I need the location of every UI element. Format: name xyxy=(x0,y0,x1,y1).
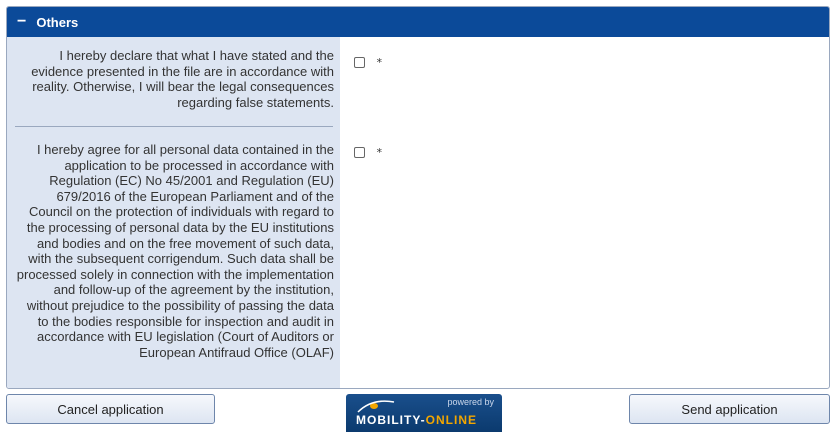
others-section-panel: − Others I hereby declare that what I ha… xyxy=(6,6,830,389)
mobility-online-logo: powered by MOBILITY-ONLINE xyxy=(346,394,502,432)
powered-by-text: powered by xyxy=(447,397,494,407)
row-separator xyxy=(15,126,333,127)
declaration-label: I hereby declare that what I have stated… xyxy=(31,48,334,110)
required-mark: * xyxy=(376,56,383,69)
declaration-label: I hereby agree for all personal data con… xyxy=(16,142,334,360)
truth-declaration-checkbox[interactable] xyxy=(354,57,365,68)
cancel-application-button[interactable]: Cancel application xyxy=(6,394,215,424)
collapse-icon[interactable]: − xyxy=(17,14,26,30)
required-mark: * xyxy=(376,146,383,159)
brand-accent: ONLINE xyxy=(425,413,478,427)
section-title: Others xyxy=(36,14,79,30)
brand-text: MOBILITY-ONLINE xyxy=(356,413,477,427)
section-header[interactable]: − Others xyxy=(7,7,829,37)
declaration-field: * xyxy=(354,56,383,69)
data-protection-checkbox[interactable] xyxy=(354,147,365,158)
globe-swoosh-icon xyxy=(357,400,395,413)
brand-main: MOBILITY- xyxy=(356,413,426,427)
declaration-field: * xyxy=(354,146,383,159)
send-application-button[interactable]: Send application xyxy=(629,394,830,424)
